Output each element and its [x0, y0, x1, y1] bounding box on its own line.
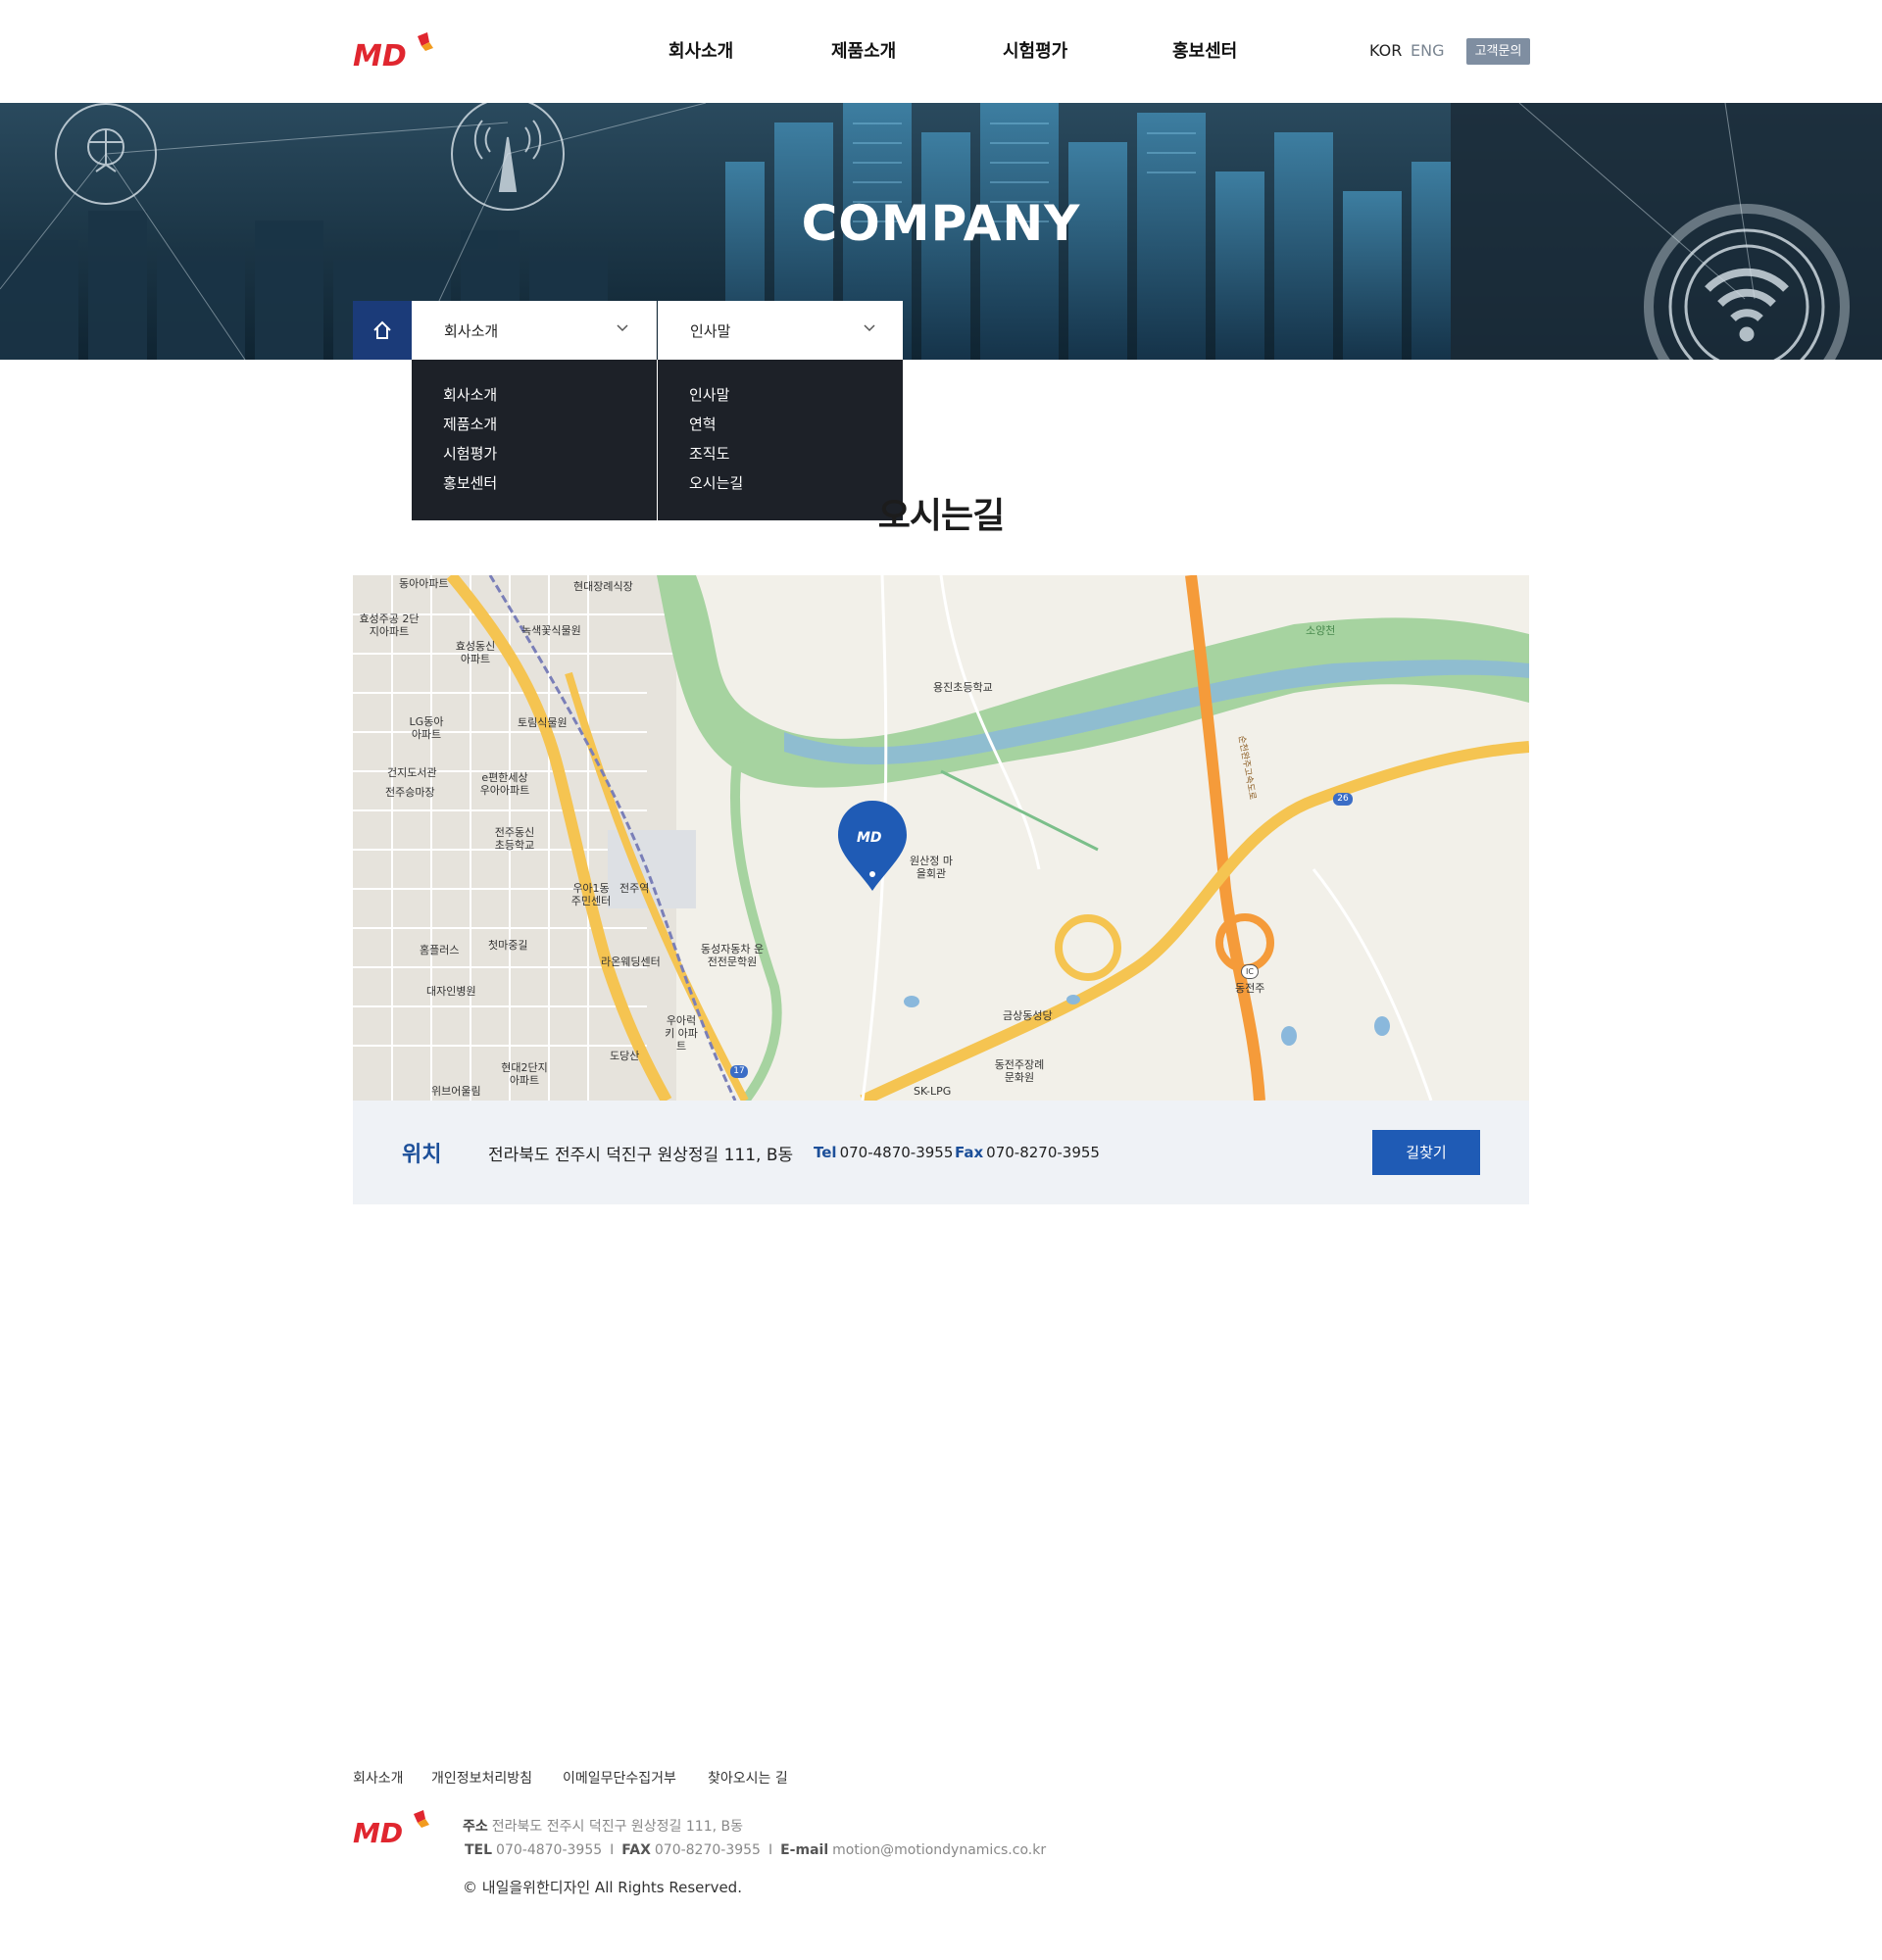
md-logo[interactable]: MD	[353, 32, 435, 72]
svg-text:MD: MD	[353, 1817, 403, 1847]
location-address: 전라북도 전주시 덕진구 원상정길 111, B동	[488, 1146, 794, 1165]
footer-separator: I	[610, 1842, 615, 1858]
map-label: e편한세상 우아아파트	[479, 771, 530, 797]
footer-email-value[interactable]: motion@motiondynamics.co.kr	[832, 1842, 1046, 1858]
map-route-marker: 26	[1333, 793, 1353, 806]
map-label: 동아아파트	[399, 577, 449, 590]
map-label: 라온웨딩센터	[601, 956, 661, 968]
dropdown-item-history[interactable]: 연혁	[689, 414, 743, 443]
chevron-down-icon	[864, 324, 875, 332]
map-label: 동전주	[1235, 982, 1265, 995]
map-label: 효성주공 2단지아파트	[359, 612, 420, 638]
main-nav: 회사소개 제품소개 시험평가 홍보센터	[627, 37, 1294, 67]
map-label: 우아럭키 아파트	[665, 1014, 698, 1053]
svg-text:MD: MD	[857, 830, 882, 846]
subpage-dropdown[interactable]: 인사말	[658, 301, 903, 360]
location-label: 위치	[402, 1143, 442, 1167]
map-label: 금상동성당	[1003, 1009, 1053, 1022]
footer-link-directions[interactable]: 찾아오시는 길	[708, 1768, 788, 1788]
category-dropdown-label: 회사소개	[444, 322, 499, 340]
footer-md-logo: MD	[353, 1810, 429, 1847]
hero-title: COMPANY	[801, 195, 1081, 252]
map-label: 대자인병원	[426, 985, 476, 998]
nav-pr-center[interactable]: 홍보센터	[1172, 37, 1237, 63]
footer-tel-label: TEL	[465, 1842, 493, 1858]
nav-testing[interactable]: 시험평가	[1003, 37, 1067, 63]
map-label: 녹색꽃식물원	[521, 624, 581, 637]
map-label: 전주동신 초등학교	[494, 826, 535, 852]
lang-kor[interactable]: KOR	[1369, 41, 1402, 60]
map-label: 건지도서관	[387, 766, 437, 779]
footer-address-value: 전라북도 전주시 덕진구 원상정길 111, B동	[491, 1819, 743, 1835]
nav-products[interactable]: 제품소개	[831, 37, 896, 63]
svg-text:MD: MD	[353, 39, 407, 72]
footer-email-label: E-mail	[780, 1842, 829, 1858]
map-route-marker: 17	[730, 1065, 748, 1078]
footer-link-email-policy[interactable]: 이메일무단수집거부	[563, 1768, 676, 1788]
directions-button[interactable]: 길찾기	[1372, 1130, 1480, 1175]
footer-tel-value: 070-4870-3955	[496, 1842, 603, 1858]
map-label: SK-LPG	[914, 1085, 952, 1098]
site-header: MD 회사소개 제품소개 시험평가 홍보센터 KOR ENG 고객문의	[0, 0, 1882, 103]
map-ic-marker: IC	[1241, 964, 1259, 979]
location-fax: Fax 070-8270-3955	[955, 1144, 1100, 1161]
home-icon	[373, 320, 391, 339]
dropdown-item-organization[interactable]: 조직도	[689, 443, 743, 472]
nav-company[interactable]: 회사소개	[669, 37, 733, 63]
map-label: 홈플러스	[420, 944, 460, 956]
chevron-down-icon	[617, 324, 628, 332]
map-label: 동성자동차 운전전문학원	[700, 943, 765, 968]
footer-address-label: 주소	[463, 1819, 488, 1835]
footer-address: 주소 전라북도 전주시 덕진구 원상정길 111, B동	[463, 1818, 743, 1836]
footer-contact-line: TEL 070-4870-3955 I FAX 070-8270-3955 I E-mail…	[465, 1842, 1046, 1858]
footer-link-privacy[interactable]: 개인정보처리방침	[431, 1768, 532, 1788]
map-label: 소양천	[1306, 624, 1336, 637]
footer-fax-value: 070-8270-3955	[654, 1842, 761, 1858]
map-label: 위브어울림	[431, 1085, 481, 1098]
map-label: 전주역	[619, 882, 650, 895]
map-label: 도당산	[610, 1050, 640, 1062]
footer-fax-label: FAX	[621, 1842, 651, 1858]
lang-eng[interactable]: ENG	[1411, 41, 1444, 60]
dropdown-item-products[interactable]: 제품소개	[443, 414, 497, 443]
map-label: LG동아 아파트	[409, 715, 444, 741]
map-label: 현대장례식장	[573, 580, 633, 593]
map-label: 효성동신 아파트	[455, 640, 496, 665]
hero-banner: COMPANY	[0, 103, 1882, 360]
page-title: 오시는길	[877, 496, 1005, 536]
tel-value: 070-4870-3955	[839, 1144, 954, 1161]
location-map[interactable]: MD 동아아파트 현대장례식장 효성주공 2단지아파트 녹색꽃식물원 효성동신 …	[353, 575, 1529, 1101]
location-tel: Tel 070-4870-3955	[814, 1144, 953, 1161]
map-label: 전주승마장	[385, 786, 435, 799]
home-button[interactable]	[353, 301, 412, 360]
map-label: 동전주장례 문화원	[994, 1058, 1045, 1084]
location-info-bar: 위치 전라북도 전주시 덕진구 원상정길 111, B동 Tel 070-4870…	[353, 1101, 1529, 1204]
category-dropdown[interactable]: 회사소개	[412, 301, 657, 360]
fax-label: Fax	[955, 1144, 984, 1161]
footer-copyright: © 내일을위한디자인 All Rights Reserved.	[463, 1879, 742, 1896]
map-label: 첫마중길	[488, 939, 528, 952]
map-label: 토림식물원	[518, 716, 568, 729]
footer-separator: I	[768, 1842, 773, 1858]
fax-value: 070-8270-3955	[986, 1144, 1100, 1161]
map-label: 현대2단지 아파트	[501, 1061, 548, 1087]
contact-button[interactable]: 고객문의	[1466, 38, 1530, 65]
dropdown-item-greeting[interactable]: 인사말	[689, 384, 743, 414]
dropdown-item-testing[interactable]: 시험평가	[443, 443, 497, 472]
map-label: 원산정 마을회관	[910, 855, 953, 880]
map-label: 용진초등학교	[933, 681, 993, 694]
subpage-dropdown-label: 인사말	[690, 322, 731, 340]
footer-link-company[interactable]: 회사소개	[353, 1768, 404, 1788]
map-label: 우아1동 주민센터	[570, 882, 612, 907]
tel-label: Tel	[814, 1144, 837, 1161]
dropdown-item-company[interactable]: 회사소개	[443, 384, 497, 414]
